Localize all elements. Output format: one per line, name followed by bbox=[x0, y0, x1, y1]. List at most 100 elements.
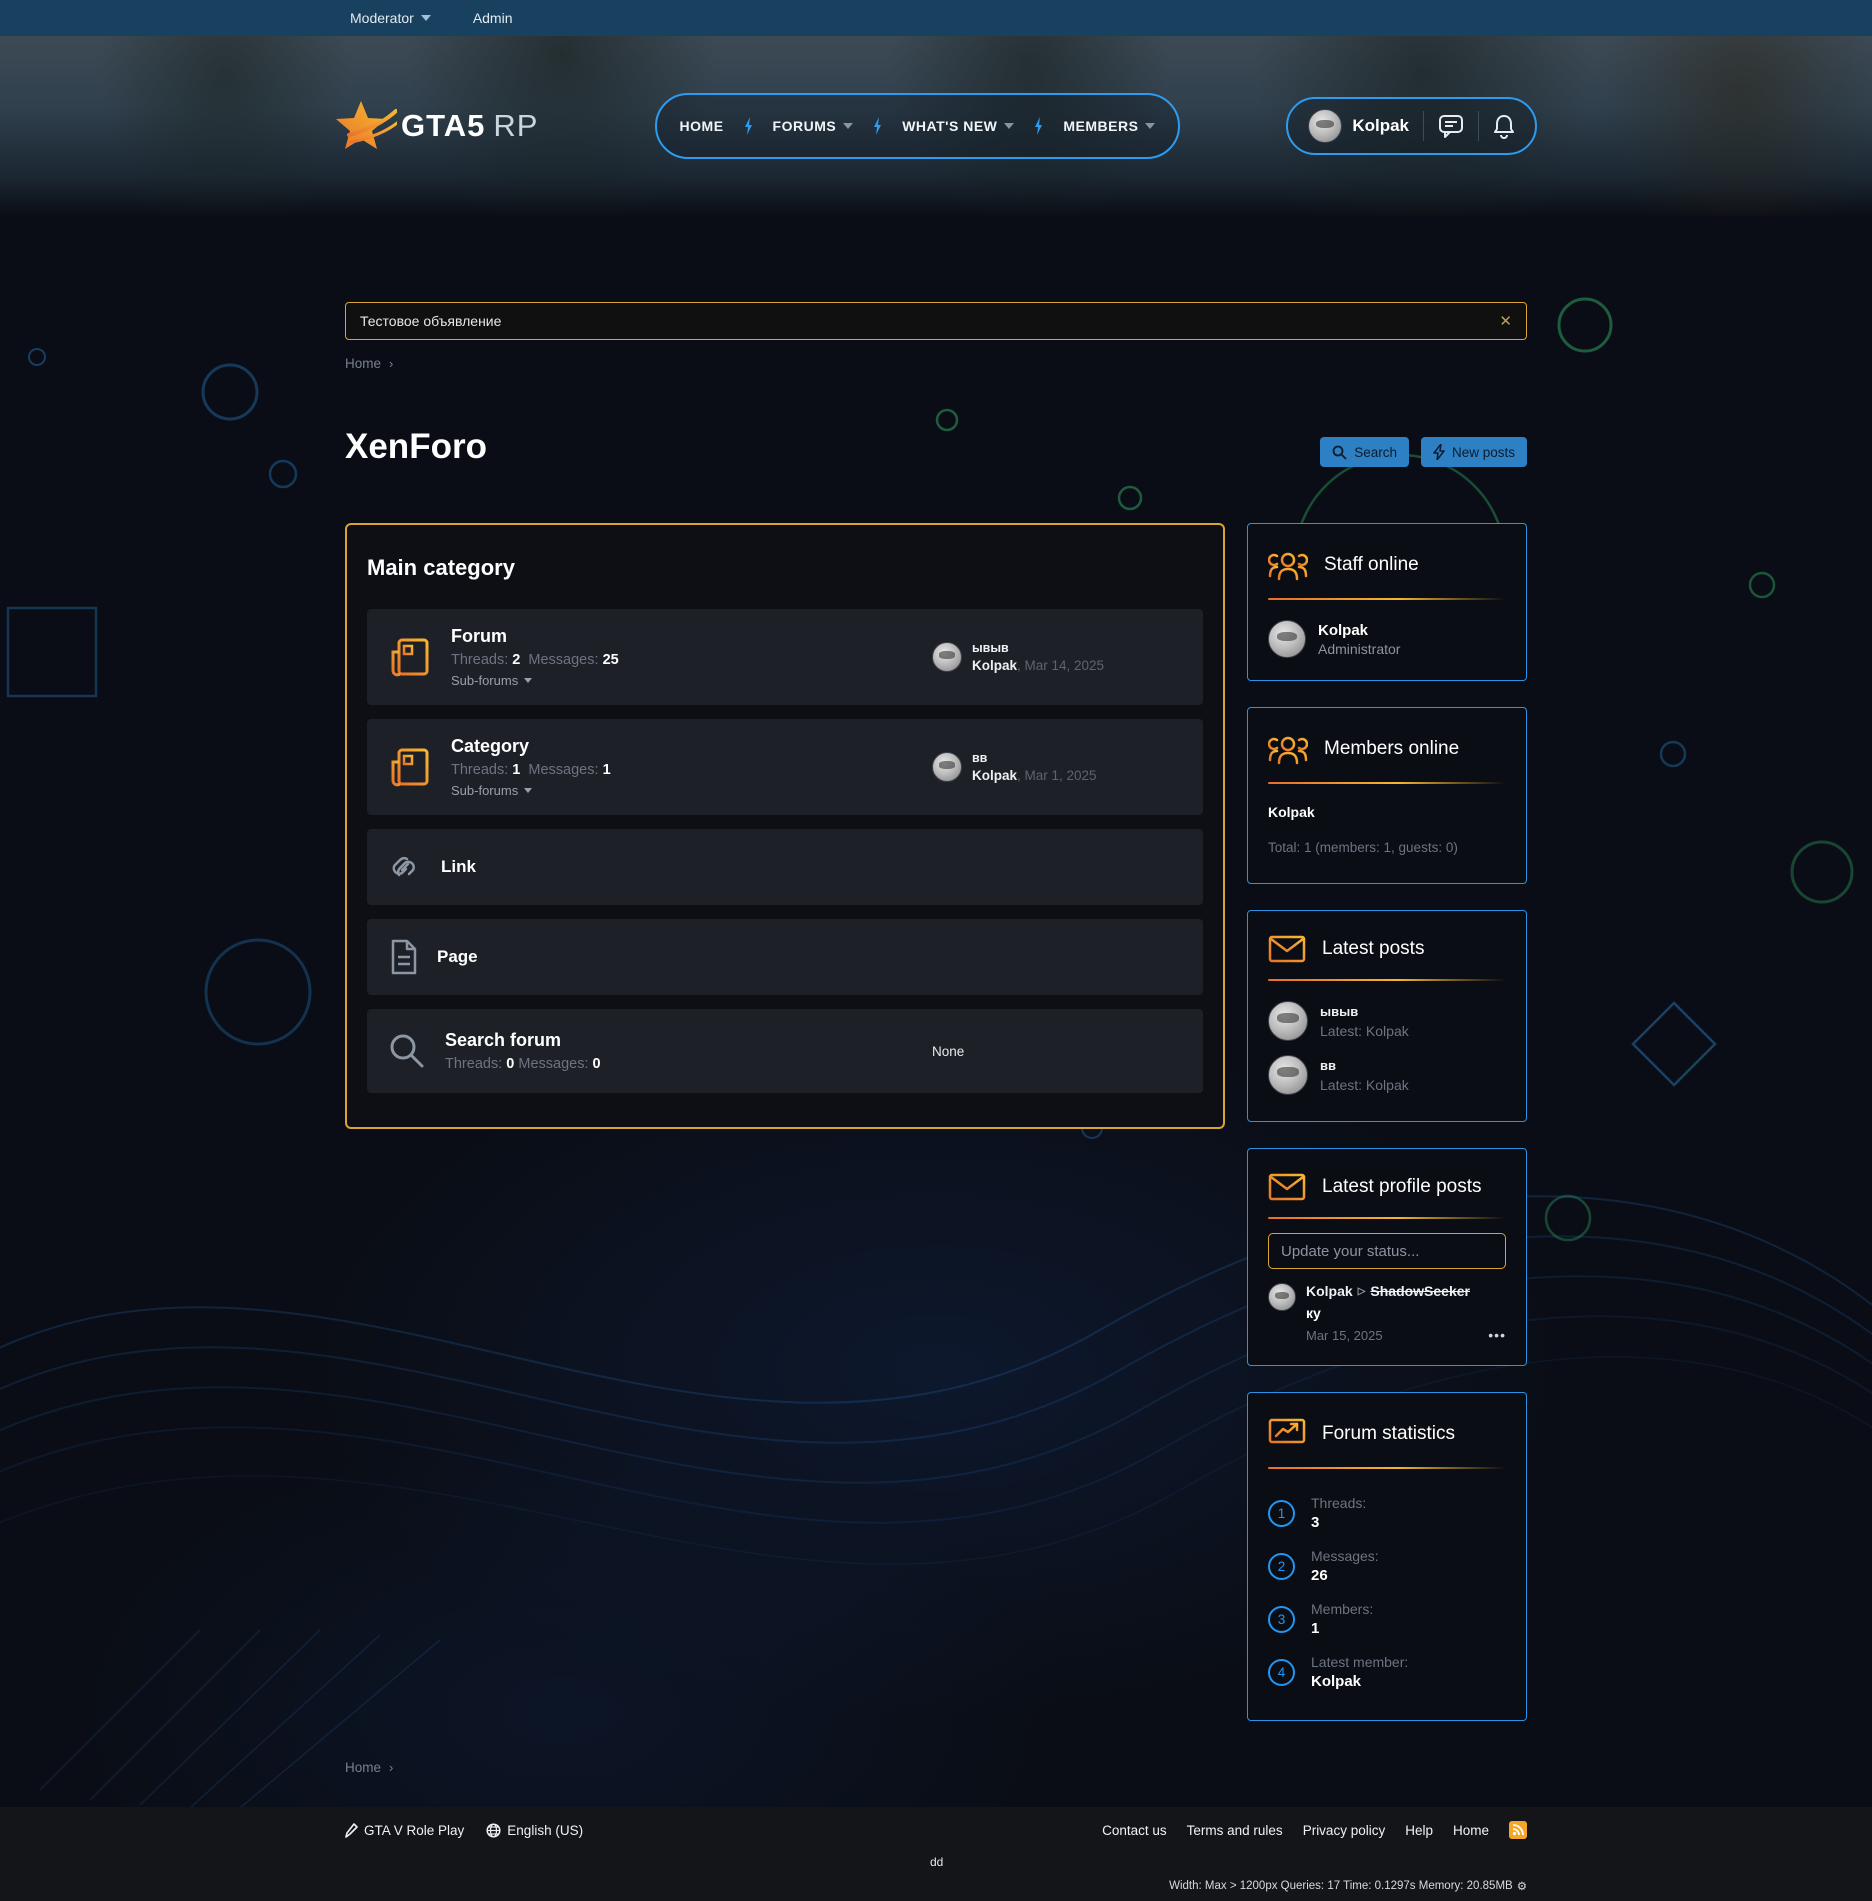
footer-link-terms[interactable]: Terms and rules bbox=[1187, 1823, 1283, 1838]
stat-value: 3 bbox=[1311, 1514, 1366, 1531]
node-search-forum[interactable]: Search forum Threads: 0 Messages: 0 Non bbox=[367, 1009, 1203, 1093]
new-posts-button[interactable]: New posts bbox=[1421, 437, 1527, 467]
threads-count: 1 bbox=[512, 762, 520, 778]
moderator-menu[interactable]: Moderator bbox=[350, 10, 431, 26]
close-icon[interactable]: ✕ bbox=[1499, 312, 1512, 330]
latest-poster-avatar[interactable] bbox=[932, 642, 962, 672]
latest-profile-posts-block: Latest profile posts Kolpak ▷ ShadowSeek… bbox=[1247, 1148, 1527, 1366]
user-avatar bbox=[1308, 109, 1342, 143]
profile-post-author[interactable]: Kolpak bbox=[1306, 1283, 1353, 1299]
block-title: Staff online bbox=[1324, 554, 1419, 576]
alerts-button[interactable] bbox=[1493, 114, 1515, 139]
messages-count: 0 bbox=[593, 1056, 601, 1072]
breadcrumb-home[interactable]: Home bbox=[345, 1760, 381, 1775]
new-posts-button-label: New posts bbox=[1452, 445, 1515, 460]
conversations-button[interactable] bbox=[1438, 114, 1464, 138]
node-link[interactable]: Link bbox=[367, 829, 1203, 905]
profile-post[interactable]: Kolpak ▷ ShadowSeeker ку Mar 15, 2025 ••… bbox=[1268, 1283, 1506, 1343]
post-latest: Latest: Kolpak bbox=[1320, 1023, 1409, 1039]
stat-number-badge: 1 bbox=[1268, 1500, 1295, 1527]
node-link-main: Link bbox=[387, 849, 932, 885]
rss-icon[interactable] bbox=[1509, 1821, 1527, 1839]
stat-value[interactable]: Kolpak bbox=[1311, 1673, 1408, 1690]
latest-post-item[interactable]: вв Latest: Kolpak bbox=[1268, 1055, 1506, 1095]
post-title[interactable]: вв bbox=[1320, 1058, 1409, 1073]
language-chooser[interactable]: English (US) bbox=[486, 1823, 583, 1838]
debug-info: Width: Max > 1200px Queries: 17 Time: 0.… bbox=[1169, 1879, 1527, 1893]
latest-poster-avatar[interactable] bbox=[932, 752, 962, 782]
latest-thread-title[interactable]: ывыв bbox=[972, 641, 1104, 655]
node-title[interactable]: Category bbox=[451, 736, 611, 757]
arrow-right-icon: ▷ bbox=[1358, 1286, 1366, 1297]
profile-post-foot: Mar 15, 2025 ••• bbox=[1306, 1327, 1506, 1343]
nav-home-label: HOME bbox=[680, 118, 724, 134]
latest-by-user[interactable]: Kolpak bbox=[972, 768, 1017, 783]
main-column: Main category bbox=[345, 523, 1225, 1129]
node-stats: Threads: 1 Messages: 1 bbox=[451, 762, 611, 778]
stat-number-badge: 2 bbox=[1268, 1553, 1295, 1580]
online-member-name[interactable]: Kolpak bbox=[1268, 804, 1506, 820]
profile-post-avatar bbox=[1268, 1283, 1296, 1311]
footer-link-privacy[interactable]: Privacy policy bbox=[1303, 1823, 1386, 1838]
latest-thread-title[interactable]: вв bbox=[972, 751, 1097, 765]
node-page[interactable]: Page bbox=[367, 919, 1203, 995]
bolt-separator-icon bbox=[873, 117, 882, 135]
node-title[interactable]: Search forum bbox=[445, 1030, 601, 1051]
chevron-down-icon bbox=[1004, 123, 1014, 129]
threads-count: 0 bbox=[506, 1056, 514, 1072]
staff-user-row[interactable]: Kolpak Administrator bbox=[1268, 620, 1506, 658]
latest-by-user[interactable]: Kolpak bbox=[972, 658, 1017, 673]
subforums-toggle[interactable]: Sub-forums bbox=[451, 783, 611, 798]
node-forum[interactable]: Forum Threads: 2 Messages: 25 Sub-forums bbox=[367, 609, 1203, 705]
staff-online-block: Staff online Kolpak Administrator bbox=[1247, 523, 1527, 681]
latest-post-item[interactable]: ывыв Latest: Kolpak bbox=[1268, 1001, 1506, 1041]
forum-statistics-block: Forum statistics 1 Threads: 3 2 Message bbox=[1247, 1392, 1527, 1721]
language-name: English (US) bbox=[507, 1823, 583, 1838]
logo-brand: GTA5 bbox=[401, 108, 485, 143]
messages-label: Messages: bbox=[518, 1056, 588, 1072]
footer-link-help[interactable]: Help bbox=[1405, 1823, 1433, 1838]
node-title[interactable]: Page bbox=[437, 947, 478, 967]
chevron-down-icon bbox=[524, 678, 532, 683]
nav-whats-new[interactable]: WHAT'S NEW bbox=[902, 118, 1014, 134]
block-rule bbox=[1268, 1467, 1506, 1469]
node-title[interactable]: Link bbox=[441, 857, 476, 877]
node-category[interactable]: Category Threads: 1 Messages: 1 Sub-foru… bbox=[367, 719, 1203, 815]
profile-post-target[interactable]: ShadowSeeker bbox=[1370, 1283, 1470, 1299]
nav-home[interactable]: HOME bbox=[680, 118, 724, 134]
more-options-icon[interactable]: ••• bbox=[1488, 1327, 1506, 1343]
admin-toolbar: Moderator Admin bbox=[0, 0, 1872, 36]
status-input[interactable] bbox=[1268, 1233, 1506, 1269]
users-group-icon bbox=[1268, 732, 1308, 766]
breadcrumb-home[interactable]: Home bbox=[345, 356, 381, 371]
site-logo[interactable]: GTA5RP bbox=[335, 97, 538, 155]
admin-link[interactable]: Admin bbox=[473, 10, 513, 26]
nav-whats-new-label: WHAT'S NEW bbox=[902, 118, 997, 134]
subforums-toggle[interactable]: Sub-forums bbox=[451, 673, 619, 688]
footer-left: GTA V Role Play English (US) bbox=[345, 1823, 1102, 1838]
announcement-text: Тестовое объявление bbox=[360, 313, 1499, 329]
style-chooser[interactable]: GTA V Role Play bbox=[345, 1823, 464, 1838]
footer-link-contact[interactable]: Contact us bbox=[1102, 1823, 1167, 1838]
stat-label: Latest member: bbox=[1311, 1654, 1408, 1670]
breadcrumb: Home › bbox=[345, 356, 1527, 371]
nav-forums[interactable]: FORUMS bbox=[773, 118, 854, 134]
nav-members[interactable]: MEMBERS bbox=[1063, 118, 1155, 134]
profile-post-date[interactable]: Mar 15, 2025 bbox=[1306, 1328, 1488, 1343]
chevron-down-icon bbox=[843, 123, 853, 129]
poster-avatar bbox=[1268, 1001, 1308, 1041]
account-menu[interactable]: Kolpak bbox=[1308, 109, 1409, 143]
node-title[interactable]: Forum bbox=[451, 626, 619, 647]
announcement-notice: Тестовое объявление ✕ bbox=[345, 302, 1527, 340]
block-rule bbox=[1268, 782, 1506, 784]
members-online-block: Members online Kolpak Total: 1 (members:… bbox=[1247, 707, 1527, 884]
search-button[interactable]: Search bbox=[1320, 437, 1409, 467]
post-title[interactable]: ывыв bbox=[1320, 1004, 1409, 1019]
block-rule bbox=[1268, 1217, 1506, 1219]
subforums-label: Sub-forums bbox=[451, 783, 518, 798]
footer-link-home[interactable]: Home bbox=[1453, 1823, 1489, 1838]
gear-icon[interactable]: ⚙ bbox=[1517, 1879, 1527, 1893]
nav-forums-label: FORUMS bbox=[773, 118, 837, 134]
staff-name[interactable]: Kolpak bbox=[1318, 622, 1400, 639]
title-row: XenForo Search New posts bbox=[345, 427, 1527, 467]
